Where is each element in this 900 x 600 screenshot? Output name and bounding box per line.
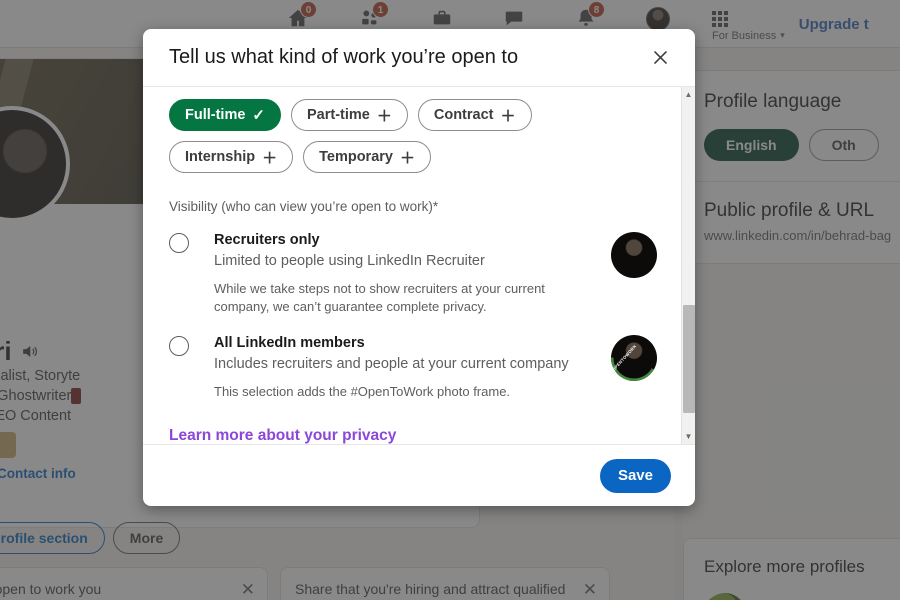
close-button[interactable] (643, 41, 677, 75)
chip-contract[interactable]: Contract ＋ (417, 99, 532, 131)
opentowork-frame-avatar: #OPENTOWORK (609, 335, 657, 381)
modal-header: Tell us what kind of work you’re open to (143, 29, 695, 87)
visibility-option-all-members[interactable]: All LinkedIn members Includes recruiters… (169, 334, 657, 401)
visibility-label: Visibility (who can view you’re open to … (169, 199, 439, 214)
learn-more-privacy-link[interactable]: Learn more about your privacy (169, 427, 396, 444)
scrollbar-track[interactable] (682, 102, 696, 429)
radio-all-linkedin-members[interactable] (169, 336, 189, 356)
open-to-work-modal: Tell us what kind of work you’re open to… (143, 29, 695, 506)
chip-temporary[interactable]: Temporary ＋ (303, 141, 431, 173)
chip-full-time[interactable]: Full-time ✓ (169, 99, 281, 131)
scrollbar-thumb[interactable] (682, 304, 695, 413)
plus-icon: ＋ (399, 149, 415, 167)
check-icon: ✓ (252, 107, 265, 124)
chip-label: Full-time (185, 107, 246, 123)
plus-icon: ＋ (376, 107, 392, 125)
chip-internship[interactable]: Internship ＋ (169, 141, 294, 173)
option-note: This selection adds the #OpenToWork phot… (214, 384, 511, 399)
option-title: All LinkedIn members (214, 335, 365, 351)
close-icon (653, 51, 667, 64)
job-type-chip-group: Full-time ✓ Part-time ＋ Contract ＋ Inter… (169, 99, 657, 173)
chip-label: Temporary (319, 149, 393, 165)
radio-recruiters-only[interactable] (169, 233, 189, 253)
option-note: While we take steps not to show recruite… (214, 281, 545, 314)
chip-part-time[interactable]: Part-time ＋ (291, 99, 408, 131)
option-subtitle: Includes recruiters and people at your c… (214, 356, 569, 372)
visibility-option-recruiters-only[interactable]: Recruiters only Limited to people using … (169, 231, 657, 316)
modal-body: Full-time ✓ Part-time ＋ Contract ＋ Inter… (143, 87, 695, 444)
option-text-block: Recruiters only Limited to people using … (189, 231, 611, 316)
scroll-up-arrow-icon[interactable]: ▲ (682, 87, 696, 102)
chip-label: Contract (433, 107, 494, 123)
chip-label: Internship (185, 149, 256, 165)
plus-icon: ＋ (262, 149, 278, 167)
modal-scrollbar[interactable]: ▲ ▼ (681, 87, 695, 444)
plus-icon: ＋ (500, 107, 516, 125)
scroll-down-arrow-icon[interactable]: ▼ (682, 429, 696, 444)
chip-label: Part-time (307, 107, 370, 123)
modal-title: Tell us what kind of work you’re open to (169, 46, 519, 68)
modal-footer: Save (143, 444, 695, 506)
option-title: Recruiters only (214, 232, 320, 248)
save-button[interactable]: Save (599, 458, 671, 493)
option-text-block: All LinkedIn members Includes recruiters… (189, 334, 611, 401)
plain-avatar (611, 232, 657, 278)
opentowork-frame-text: #OPENTOWORK (609, 343, 638, 374)
option-subtitle: Limited to people using LinkedIn Recruit… (214, 253, 485, 269)
modal-scroll-content: Full-time ✓ Part-time ＋ Contract ＋ Inter… (143, 87, 681, 444)
screen: 0 1 (0, 0, 900, 600)
